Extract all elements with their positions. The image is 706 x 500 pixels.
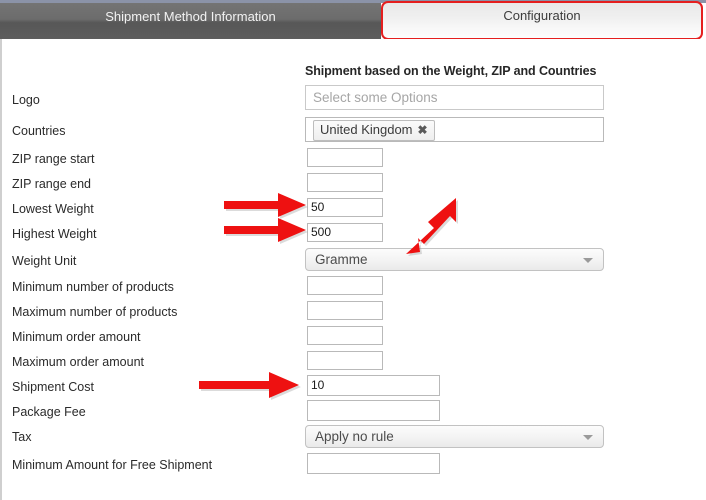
tab-strip: Shipment Method Information Configuratio… (0, 1, 706, 40)
chevron-down-icon (583, 435, 593, 440)
chevron-down-icon (583, 258, 593, 263)
country-tag-united-kingdom[interactable]: United Kingdom ✖ (313, 120, 435, 141)
label-package-fee: Package Fee (12, 405, 86, 419)
tax-select[interactable]: Apply no rule (305, 425, 604, 448)
label-maximum-order-amount: Maximum order amount (12, 355, 144, 369)
label-shipment-cost: Shipment Cost (12, 380, 94, 394)
label-lowest-weight: Lowest Weight (12, 202, 94, 216)
minimum-order-amount-input[interactable] (307, 326, 383, 345)
highest-weight-input[interactable]: 500 (307, 223, 383, 242)
minimum-number-of-products-input[interactable] (307, 276, 383, 295)
maximum-number-of-products-input[interactable] (307, 301, 383, 320)
tab-shipment-method-information[interactable]: Shipment Method Information (0, 3, 381, 39)
zip-range-start-input[interactable] (307, 148, 383, 167)
label-maximum-number-of-products: Maximum number of products (12, 305, 178, 319)
arrow-lowest-weight (224, 193, 308, 219)
label-tax: Tax (12, 430, 32, 444)
lowest-weight-input[interactable]: 50 (307, 198, 383, 217)
label-zip-range-end: ZIP range end (12, 177, 91, 191)
tab-configuration[interactable]: Configuration (381, 1, 703, 40)
tax-value: Apply no rule (315, 429, 394, 444)
label-minimum-amount-for-free-shipment: Minimum Amount for Free Shipment (12, 458, 213, 472)
arrow-shipment-cost (199, 372, 301, 400)
label-minimum-number-of-products: Minimum number of products (12, 280, 174, 294)
arrow-weight-unit (406, 198, 458, 256)
maximum-order-amount-input[interactable] (307, 351, 383, 370)
logo-multiselect[interactable]: Select some Options (305, 85, 604, 110)
minimum-amount-for-free-shipment-input[interactable] (307, 453, 440, 474)
label-weight-unit: Weight Unit (12, 254, 77, 268)
label-minimum-order-amount: Minimum order amount (12, 330, 141, 344)
zip-range-end-input[interactable] (307, 173, 383, 192)
configuration-panel: Shipment based on the Weight, ZIP and Co… (0, 39, 706, 500)
arrow-highest-weight (224, 218, 308, 244)
package-fee-input[interactable] (307, 400, 440, 421)
label-countries: Countries (12, 124, 66, 138)
label-highest-weight: Highest Weight (12, 227, 97, 241)
tab-configuration-wrapper: Configuration (381, 1, 703, 40)
label-zip-range-start: ZIP range start (12, 152, 95, 166)
section-title: Shipment based on the Weight, ZIP and Co… (305, 64, 597, 78)
countries-multiselect[interactable]: United Kingdom ✖ (305, 117, 604, 142)
country-tag-label: United Kingdom (320, 122, 413, 137)
label-logo: Logo (12, 93, 40, 107)
weight-unit-value: Gramme (315, 252, 368, 267)
shipment-cost-input[interactable]: 10 (307, 375, 440, 396)
remove-country-icon[interactable]: ✖ (418, 123, 428, 137)
